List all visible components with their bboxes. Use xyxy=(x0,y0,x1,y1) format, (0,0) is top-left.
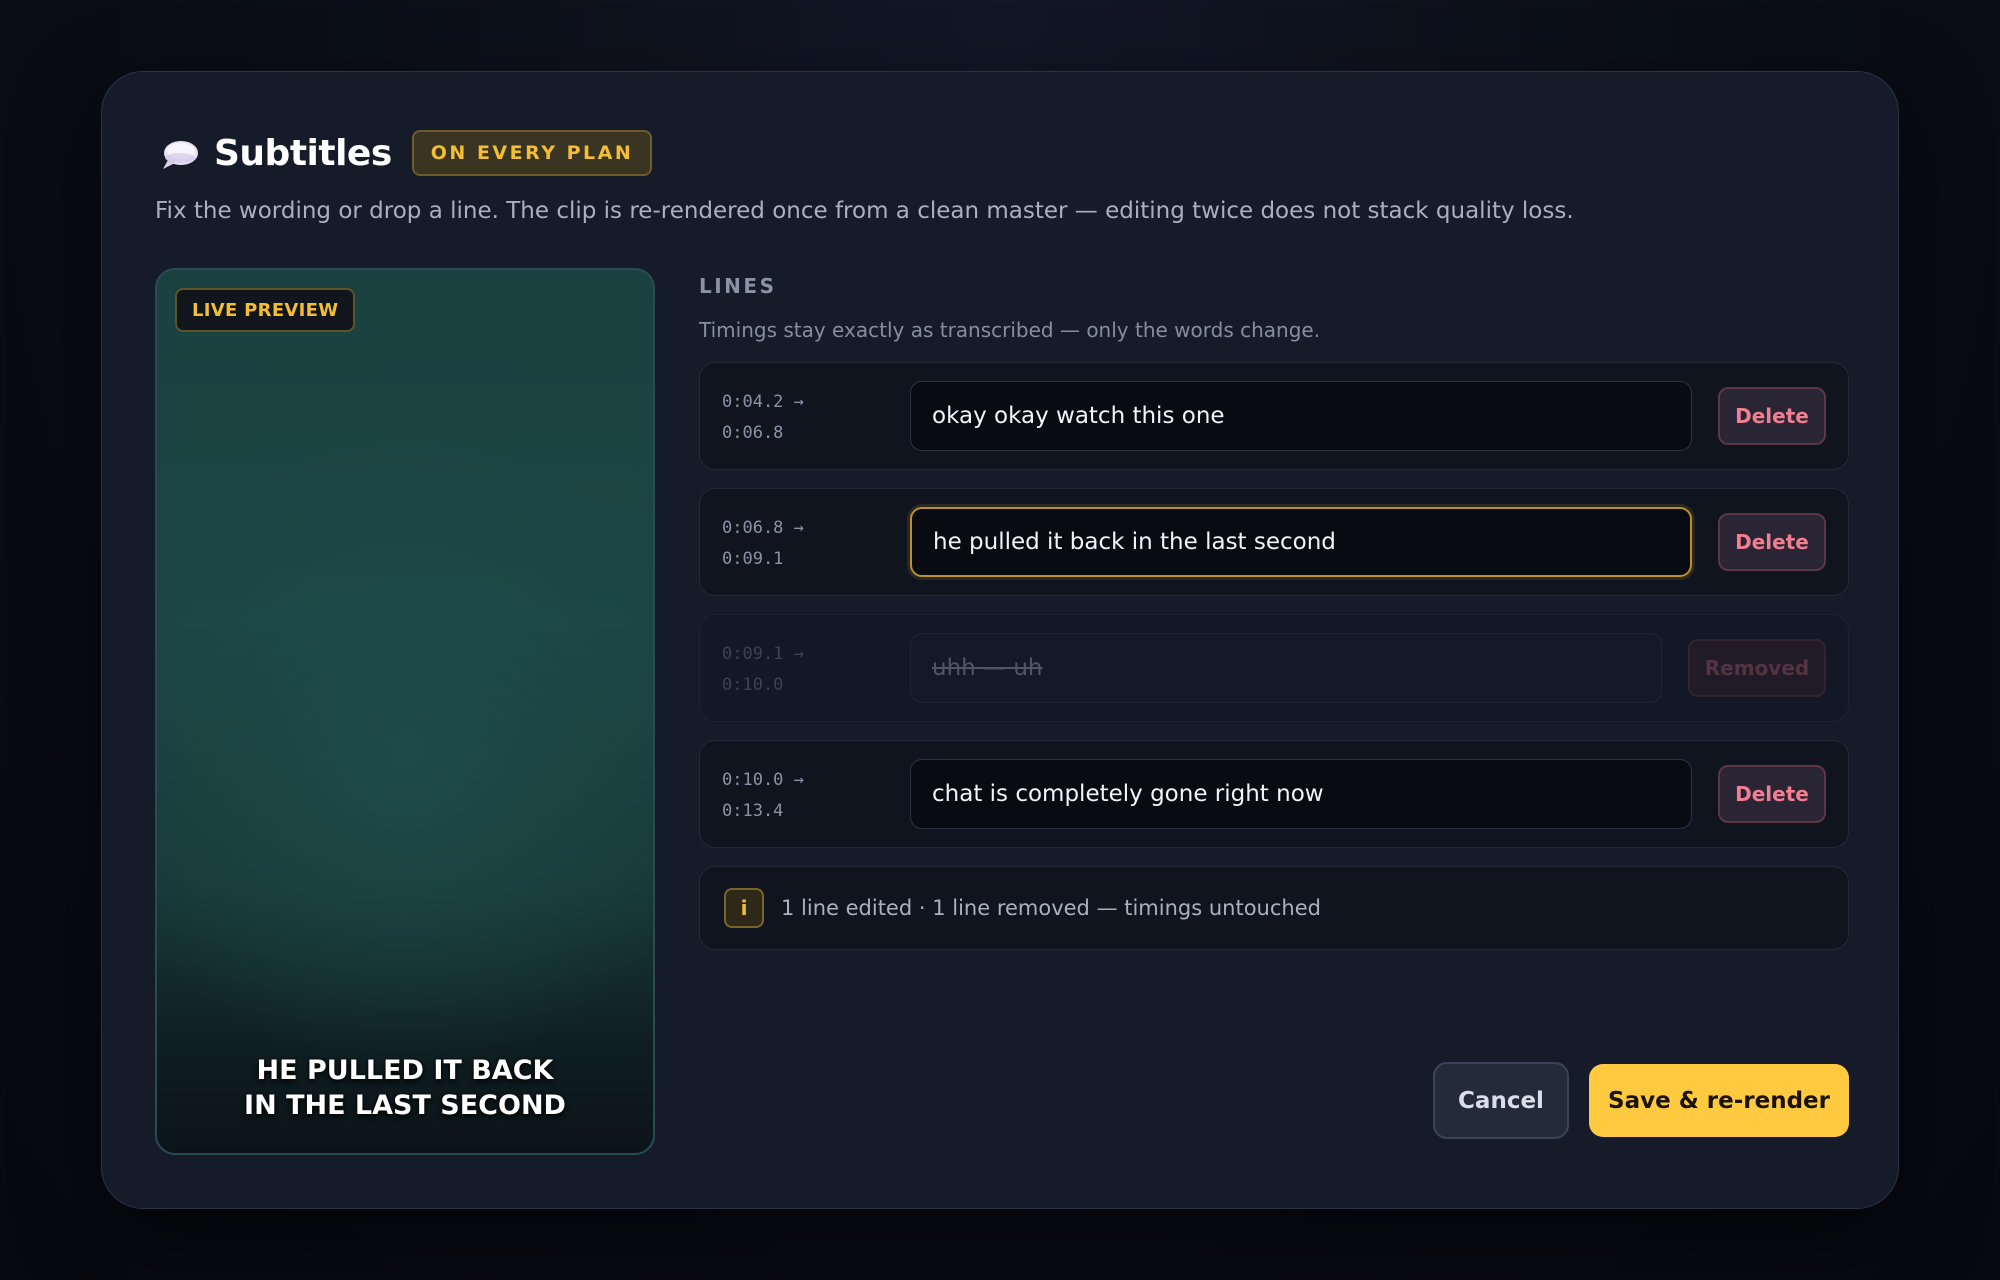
edit-summary: i 1 line edited · 1 line removed — timin… xyxy=(699,866,1849,950)
cancel-button[interactable]: Cancel xyxy=(1433,1062,1569,1139)
preview-caption: HE PULLED IT BACK IN THE LAST SECOND xyxy=(157,1053,653,1123)
info-icon: i xyxy=(724,888,764,928)
line-end-time: 0:13.4 xyxy=(722,801,784,821)
line-timing: 0:10.0 → 0:13.4 xyxy=(722,765,804,827)
caption-line-2: IN THE LAST SECOND xyxy=(244,1090,566,1121)
lines-hint: Timings stay exactly as transcribed — on… xyxy=(699,318,1321,342)
caption-line-1: HE PULLED IT BACK xyxy=(256,1055,554,1086)
lines-label: LINES xyxy=(699,274,777,298)
subtitle-line-row: 0:06.8 → 0:09.1 Delete xyxy=(699,488,1849,596)
save-rerender-button[interactable]: Save & re-render xyxy=(1589,1064,1849,1137)
line-end-time: 0:09.1 xyxy=(722,549,784,569)
speech-bubble-icon xyxy=(160,138,200,172)
delete-line-button[interactable]: Delete xyxy=(1718,765,1826,823)
lines-panel: LINES Timings stay exactly as transcribe… xyxy=(699,272,1849,1139)
line-text-input[interactable] xyxy=(910,507,1692,577)
line-end-time: 0:10.0 xyxy=(722,675,784,695)
subtitle-lines-list: 0:04.2 → 0:06.8 Delete 0:06.8 → 0:09.1 D… xyxy=(699,362,1849,848)
dialog-actions: Cancel Save & re-render xyxy=(1433,1062,1849,1139)
edit-summary-text: 1 line edited · 1 line removed — timings… xyxy=(781,896,1321,920)
line-timing: 0:06.8 → 0:09.1 xyxy=(722,513,804,575)
line-start-time: 0:10.0 → xyxy=(722,770,804,790)
live-preview-badge: LIVE PREVIEW xyxy=(175,288,356,332)
subtitles-dialog: Subtitles ON EVERY PLAN Fix the wording … xyxy=(101,71,1899,1209)
delete-line-button[interactable]: Delete xyxy=(1718,387,1826,445)
delete-line-button[interactable]: Delete xyxy=(1718,513,1826,571)
line-start-time: 0:09.1 → xyxy=(722,644,804,664)
subtitle-line-row: 0:04.2 → 0:06.8 Delete xyxy=(699,362,1849,470)
line-text-input[interactable] xyxy=(910,381,1692,451)
dialog-title: Subtitles xyxy=(214,132,392,174)
line-text-input[interactable] xyxy=(910,759,1692,829)
line-start-time: 0:06.8 → xyxy=(722,518,804,538)
dialog-description: Fix the wording or drop a line. The clip… xyxy=(155,198,1574,224)
line-text-input[interactable] xyxy=(910,633,1662,703)
dialog-header: Subtitles ON EVERY PLAN xyxy=(160,130,653,176)
line-end-time: 0:06.8 xyxy=(722,423,784,443)
plan-badge: ON EVERY PLAN xyxy=(411,130,653,176)
line-timing: 0:04.2 → 0:06.8 xyxy=(722,387,804,449)
line-timing: 0:09.1 → 0:10.0 xyxy=(722,639,804,701)
removed-line-button[interactable]: Removed xyxy=(1688,639,1826,697)
line-start-time: 0:04.2 → xyxy=(722,392,804,412)
subtitle-line-row: 0:10.0 → 0:13.4 Delete xyxy=(699,740,1849,848)
subtitle-line-row-removed: 0:09.1 → 0:10.0 Removed xyxy=(699,614,1849,722)
video-preview: LIVE PREVIEW HE PULLED IT BACK IN THE LA… xyxy=(155,268,655,1155)
